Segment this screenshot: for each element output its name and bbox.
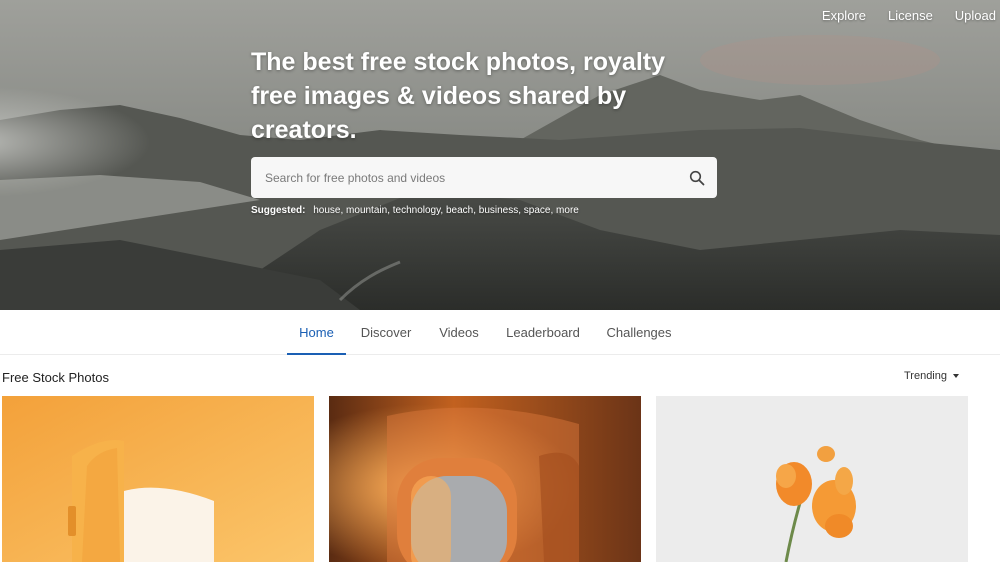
- tab-discover[interactable]: Discover: [352, 310, 420, 355]
- search-bar[interactable]: [251, 157, 717, 198]
- hero-title: The best free stock photos, royalty free…: [251, 48, 665, 144]
- sort-label: Trending: [903, 370, 947, 382]
- suggestion-more-link[interactable]: more: [556, 205, 579, 216]
- orange-doorway-image: [2, 396, 314, 562]
- tab-home[interactable]: Home: [287, 310, 346, 355]
- photo-card-orange-doorway[interactable]: [2, 396, 314, 562]
- suggestion-link[interactable]: mountain: [346, 205, 387, 216]
- sort-dropdown[interactable]: Trending: [904, 370, 959, 382]
- section-title: Free Stock Photos: [2, 370, 109, 385]
- photo-card-airplane-window[interactable]: [329, 396, 641, 562]
- suggestion-link[interactable]: business: [479, 205, 518, 216]
- top-nav: Explore License Upload: [811, 6, 996, 25]
- photo-card-orange-flower[interactable]: [656, 396, 968, 562]
- nav-license-link[interactable]: License: [877, 6, 944, 25]
- tab-challenges[interactable]: Challenges: [598, 310, 680, 355]
- main-tabs: Home Discover Videos Leaderboard Challen…: [0, 310, 1000, 355]
- nav-explore-link[interactable]: Explore: [811, 6, 877, 25]
- airplane-window-image: [329, 396, 641, 562]
- suggestion-link[interactable]: space: [524, 205, 551, 216]
- caret-down-icon: [953, 374, 959, 378]
- search-icon[interactable]: [689, 170, 705, 186]
- suggestion-link[interactable]: house: [313, 205, 340, 216]
- nav-upload-link[interactable]: Upload: [944, 6, 996, 25]
- suggestion-link[interactable]: technology: [393, 205, 441, 216]
- tab-videos[interactable]: Videos: [430, 310, 488, 355]
- suggestion-link[interactable]: beach: [446, 205, 473, 216]
- tab-leaderboard[interactable]: Leaderboard: [497, 310, 589, 355]
- search-input[interactable]: [263, 169, 667, 186]
- suggested-searches: Suggested: house, mountain, technology, …: [251, 205, 579, 216]
- orange-flower-image: [656, 396, 968, 562]
- hero-banner: Explore License Upload The best free sto…: [0, 0, 1000, 310]
- suggested-label: Suggested:: [251, 205, 306, 216]
